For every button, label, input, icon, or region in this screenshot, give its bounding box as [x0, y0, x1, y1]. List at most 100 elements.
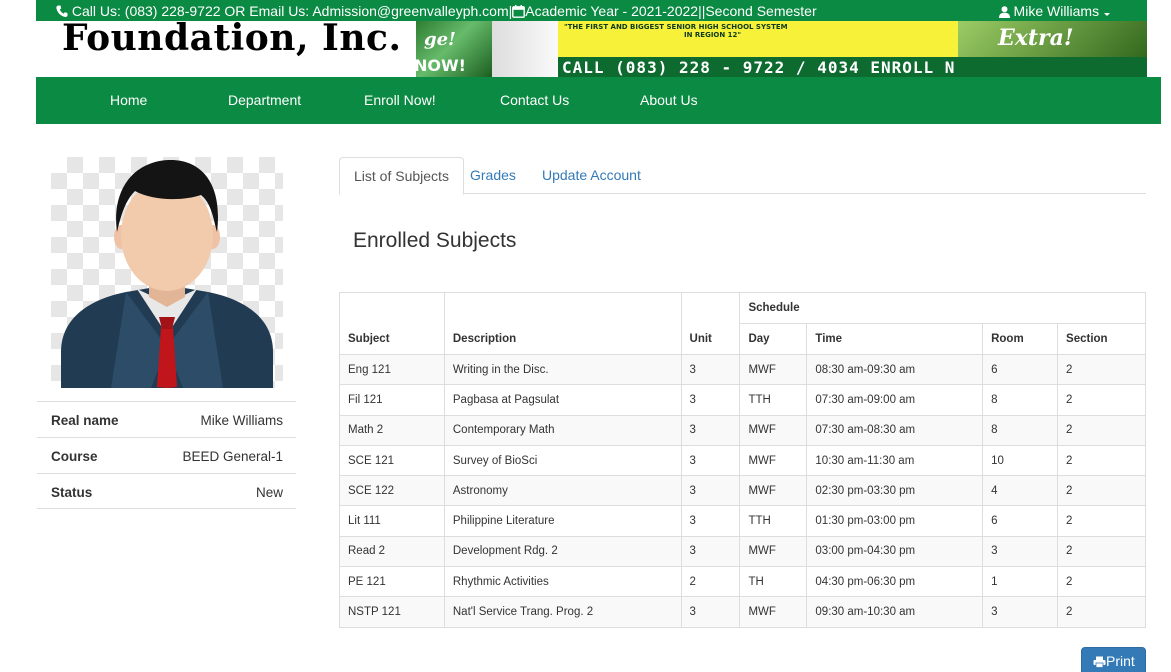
cell-section: 2 — [1057, 444, 1146, 477]
profile-row-course: Course BEED General-1 — [37, 437, 296, 473]
cell-room: 6 — [982, 353, 1059, 386]
cell-section: 2 — [1057, 566, 1146, 598]
cell-description: Contemporary Math — [443, 414, 682, 446]
cell-description: Astronomy — [443, 475, 682, 507]
promo-script-text: ge! — [424, 29, 456, 50]
tab-list-of-subjects[interactable]: List of Subjects — [339, 157, 464, 195]
promo-left-word: now! — [416, 56, 466, 75]
semester: Second Semester — [705, 3, 817, 19]
main-nav: Home Department Enroll Now! Contact Us A… — [36, 77, 1161, 124]
nav-enroll-now[interactable]: Enroll Now! — [364, 92, 436, 108]
cell-description: Writing in the Disc. — [443, 353, 682, 386]
cell-description: Pagbasa at Pagsulat — [443, 384, 682, 416]
tab-grades[interactable]: Grades — [456, 157, 530, 194]
cell-unit: 3 — [680, 444, 741, 477]
field-value: Mike Williams — [200, 413, 284, 428]
promo-image-right: "THE FIRST AND BIGGEST SENIOR HIGH SCHOO… — [558, 21, 1147, 77]
table-row: Eng 121 Writing in the Disc. 3 MWF 08:30 am-… — [339, 353, 1146, 386]
enrolled-subjects-table: Subject Description Unit Schedule Day Ti… — [339, 292, 1146, 628]
cell-day: MWF — [739, 475, 808, 507]
academic-year: Academic Year - 2021-2022 — [525, 3, 699, 19]
cell-room: 8 — [982, 384, 1059, 416]
table-row: Fil 121 Pagbasa at Pagsulat 3 TTH 07:30 am-0… — [339, 384, 1146, 416]
cell-description: Rhythmic Activities — [443, 566, 682, 598]
cell-room: 6 — [982, 505, 1059, 537]
cell-time: 09:30 am-10:30 am — [806, 596, 984, 628]
field-value: New — [255, 485, 283, 500]
cell-time: 07:30 am-08:30 am — [806, 414, 984, 446]
col-header-room: Room — [982, 323, 1059, 355]
field-label: Status — [51, 485, 93, 500]
cell-subject: Read 2 — [339, 535, 445, 568]
promo-line: IN REGION 12" — [684, 31, 742, 39]
promo-image-left: ge! now! — [416, 21, 492, 77]
cell-time: 02:30 pm-03:30 pm — [806, 475, 984, 507]
profile-row-real-name: Real name Mike Williams — [37, 401, 296, 437]
profile-avatar — [51, 157, 283, 388]
table-row: Lit 111 Philippine Literature 3 TTH 01:30 pm… — [339, 505, 1146, 537]
profile-info: Real name Mike Williams Course BEED Gene… — [37, 401, 296, 509]
field-label: Real name — [51, 413, 119, 428]
nav-about-us[interactable]: About Us — [640, 92, 698, 108]
contact-info: Call Us: (083) 228-9722 OR Email Us: Adm… — [56, 3, 817, 19]
user-menu[interactable]: Mike Williams — [998, 3, 1111, 19]
nav-contact-us[interactable]: Contact Us — [500, 92, 569, 108]
promo-script-text: Extra! — [998, 25, 1074, 51]
banner-spacer — [492, 21, 558, 77]
tab-update-account[interactable]: Update Account — [528, 157, 655, 194]
table-row: SCE 121 Survey of BioSci 3 MWF 10:30 am-11:3… — [339, 444, 1146, 477]
promo-line: "THE FIRST AND BIGGEST SENIOR HIGH SCHOO… — [564, 23, 788, 31]
contact-text: Call Us: (083) 228-9722 OR Email Us: Adm… — [71, 3, 509, 19]
field-value: BEED General-1 — [182, 449, 283, 464]
cell-section: 2 — [1057, 505, 1146, 537]
cell-subject: NSTP 121 — [339, 596, 445, 628]
caret-down-icon — [1104, 13, 1110, 16]
cell-subject: SCE 121 — [339, 444, 445, 477]
phone-icon — [56, 5, 68, 18]
print-icon — [1093, 656, 1106, 668]
user-icon — [998, 6, 1010, 18]
cell-unit: 3 — [680, 596, 741, 628]
table-row: NSTP 121 Nat'l Service Trang. Prog. 2 3 MWF… — [339, 596, 1146, 628]
col-header-day: Day — [739, 323, 808, 355]
cell-subject: Eng 121 — [339, 353, 445, 386]
promo-photo: Extra! — [958, 21, 1147, 57]
field-label: Course — [51, 449, 98, 464]
cell-unit: 3 — [680, 414, 741, 446]
cell-description: Philippine Literature — [443, 505, 682, 537]
user-avatar-icon — [61, 159, 273, 388]
table-row: Math 2 Contemporary Math 3 MWF 07:30 am-08:3… — [339, 414, 1146, 446]
cell-room: 3 — [982, 535, 1059, 568]
promo-yellow-text: "THE FIRST AND BIGGEST SENIOR HIGH SCHOO… — [564, 23, 788, 39]
cell-room: 3 — [982, 596, 1059, 628]
cell-room: 8 — [982, 414, 1059, 446]
user-name: Mike Williams — [1013, 3, 1100, 19]
cell-subject: PE 121 — [339, 566, 445, 598]
top-info-bar: Call Us: (083) 228-9722 OR Email Us: Adm… — [36, 0, 1147, 21]
nav-home[interactable]: Home — [110, 92, 147, 108]
cell-section: 2 — [1057, 475, 1146, 507]
nav-department[interactable]: Department — [228, 92, 301, 108]
cell-day: MWF — [739, 535, 808, 568]
cell-unit: 3 — [680, 535, 741, 568]
promo-call-text: CALL (083) 228 - 9722 / 4034 ENROLL N — [562, 58, 956, 77]
profile-tabs: List of Subjects Grades Update Account — [339, 157, 1146, 195]
table-row: SCE 122 Astronomy 3 MWF 02:30 pm-03:30 pm 4 2 — [339, 475, 1146, 507]
cell-day: TH — [739, 566, 808, 598]
cell-day: MWF — [739, 353, 808, 386]
cell-unit: 3 — [680, 384, 741, 416]
print-button[interactable]: Print — [1081, 647, 1146, 672]
header-banner: Foundation, Inc. ge! now! "THE FIRST AND… — [36, 21, 1147, 77]
cell-room: 10 — [982, 444, 1059, 477]
col-header-subject: Subject — [339, 292, 445, 355]
profile-row-status: Status New — [37, 473, 296, 509]
cell-unit: 3 — [680, 475, 741, 507]
cell-room: 1 — [982, 566, 1059, 598]
cell-time: 08:30 am-09:30 am — [806, 353, 984, 386]
print-label: Print — [1106, 653, 1135, 669]
cell-section: 2 — [1057, 414, 1146, 446]
school-logo-text: Foundation, Inc. — [62, 21, 402, 59]
cell-day: TTH — [739, 505, 808, 537]
cell-time: 03:00 pm-04:30 pm — [806, 535, 984, 568]
cell-room: 4 — [982, 475, 1059, 507]
